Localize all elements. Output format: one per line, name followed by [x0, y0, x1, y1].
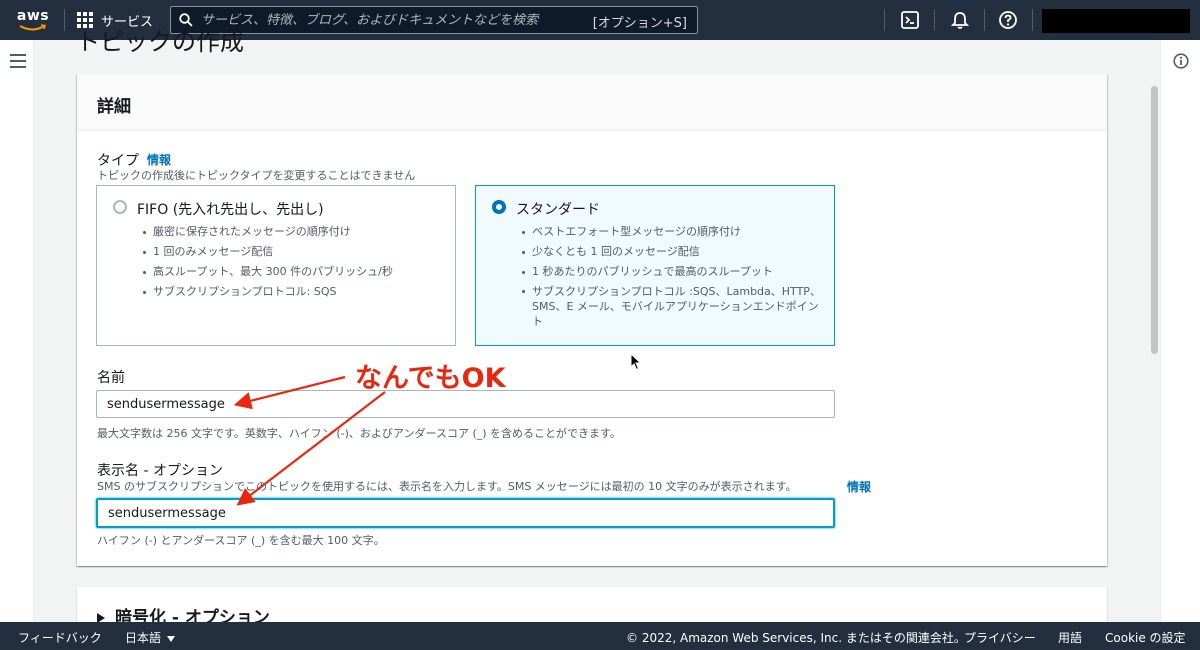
feedback-link[interactable]: フィードバック	[18, 629, 102, 646]
standard-type-tile[interactable]: スタンダード ベストエフォート型メッセージの順序付け 少なくとも 1 回のメッセ…	[475, 185, 835, 346]
display-name-input[interactable]	[96, 498, 835, 528]
search-box[interactable]: [オプション+S]	[170, 6, 698, 34]
name-hint: 最大文字数は 256 文字です。英数字、ハイフン (-)、およびアンダースコア …	[97, 427, 621, 440]
details-header: 詳細	[77, 74, 1107, 131]
info-panel-icon[interactable]	[1173, 53, 1189, 69]
search-input[interactable]	[201, 12, 581, 28]
help-icon[interactable]	[998, 10, 1018, 30]
nav-separator	[884, 9, 885, 31]
fifo-title: FIFO (先入れ先出し、先出し)	[137, 202, 324, 218]
standard-radio[interactable]	[492, 200, 506, 214]
menu-icon[interactable]	[10, 54, 26, 68]
list-item: 1 回のみメッセージ配信	[143, 242, 393, 262]
account-menu[interactable]	[1042, 9, 1190, 33]
list-item: サブスクリプションプロトコル: SQS	[143, 282, 393, 302]
type-info-link[interactable]: 情報	[147, 151, 171, 168]
list-item: 高スループット、最大 300 件のパブリッシュ/秒	[143, 262, 393, 282]
display-name-label: 表示名 - オプション	[97, 463, 223, 479]
privacy-link[interactable]: プライバシー	[964, 629, 1036, 646]
fifo-type-tile[interactable]: FIFO (先入れ先出し、先出し) 厳密に保存されたメッセージの順序付け 1 回…	[96, 185, 456, 346]
language-selector[interactable]: 日本語	[125, 629, 176, 646]
list-item: ベストエフォート型メッセージの順序付け	[522, 222, 822, 242]
fifo-radio[interactable]	[113, 200, 127, 214]
language-label: 日本語	[125, 631, 162, 645]
mouse-cursor-icon	[630, 353, 642, 371]
right-tools-strip	[1160, 40, 1200, 622]
footer: フィードバック 日本語 © 2022, Amazon Web Services,…	[0, 622, 1200, 650]
page-scrollbar[interactable]	[1149, 40, 1160, 622]
scrollbar-thumb[interactable]	[1151, 86, 1158, 354]
fifo-features: 厳密に保存されたメッセージの順序付け 1 回のみメッセージ配信 高スループット、…	[143, 222, 393, 302]
caret-down-icon	[167, 635, 176, 642]
left-navigation-strip	[0, 40, 34, 622]
search-shortcut: [オプション+S]	[592, 16, 687, 31]
details-panel: 詳細 タイプ 情報 トピックの作成後にトピックタイプを変更することはできません …	[77, 74, 1107, 566]
list-item: 1 秒あたりのパブリッシュで最高のスループット	[522, 262, 822, 282]
display-name-description: SMS のサブスクリプションでこのトピックを使用するには、表示名を入力します。S…	[97, 480, 797, 493]
type-description: トピックの作成後にトピックタイプを変更することはできません	[97, 169, 416, 182]
nav-separator	[984, 9, 985, 31]
list-item: サブスクリプションプロトコル :SQS、Lambda、HTTP、SMS、E メー…	[522, 282, 822, 331]
cloudshell-icon[interactable]	[900, 10, 920, 30]
name-label: 名前	[97, 370, 125, 386]
cookie-settings-link[interactable]: Cookie の設定	[1105, 629, 1186, 646]
copyright-text: © 2022, Amazon Web Services, Inc. またはその関…	[626, 631, 966, 645]
aws-logo[interactable]: aws	[10, 0, 56, 40]
page-title: トピックの作成	[76, 28, 244, 56]
list-item: 少なくとも 1 回のメッセージ配信	[522, 242, 822, 262]
nav-separator	[64, 9, 65, 31]
standard-features: ベストエフォート型メッセージの順序付け 少なくとも 1 回のメッセージ配信 1 …	[522, 222, 822, 331]
aws-smile-icon	[19, 23, 47, 30]
terms-link[interactable]: 用語	[1058, 629, 1082, 646]
display-name-hint: ハイフン (-) とアンダースコア (_) を含む最大 100 文字。	[97, 534, 385, 547]
nav-separator	[1032, 9, 1033, 31]
bell-icon[interactable]	[950, 10, 970, 30]
list-item: 厳密に保存されたメッセージの順序付け	[143, 222, 393, 242]
aws-logo-text: aws	[16, 7, 50, 24]
display-name-info-link[interactable]: 情報	[847, 478, 871, 495]
annotation-text: なんでもOK	[355, 363, 506, 394]
encryption-panel: 暗号化 - オプション	[77, 587, 1107, 628]
nav-separator	[934, 9, 935, 31]
standard-title: スタンダード	[516, 202, 600, 218]
